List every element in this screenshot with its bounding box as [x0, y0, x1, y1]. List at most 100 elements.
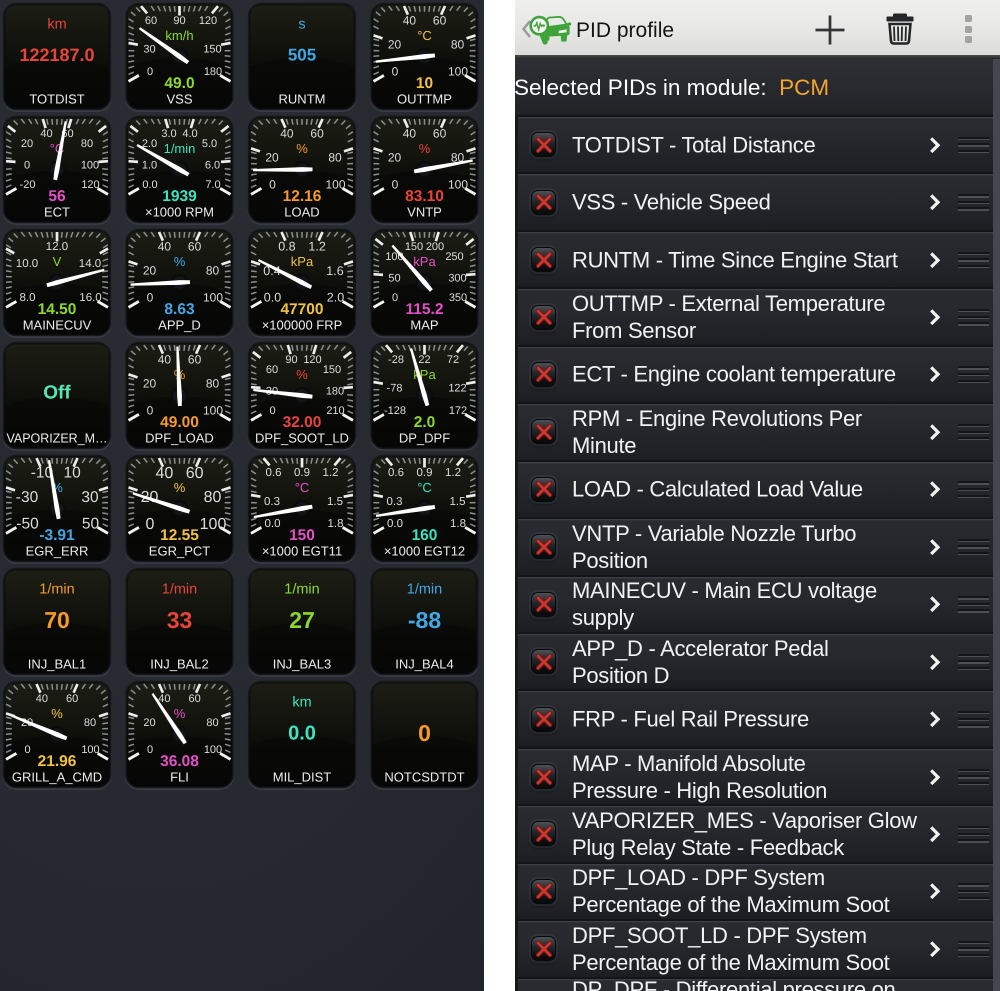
svg-text:100: 100 — [325, 177, 345, 191]
svg-text:40: 40 — [36, 693, 48, 705]
svg-text:122187.0: 122187.0 — [19, 45, 94, 65]
svg-text:12.0: 12.0 — [46, 241, 68, 253]
svg-text:DP_DPF: DP_DPF — [399, 431, 450, 446]
svg-text:115.2: 115.2 — [406, 301, 444, 318]
svg-text:100: 100 — [81, 160, 99, 172]
svg-text:80: 80 — [84, 717, 96, 729]
svg-text:33: 33 — [167, 607, 193, 633]
svg-text:90: 90 — [173, 15, 185, 27]
svg-text:100: 100 — [448, 177, 468, 191]
svg-text:MAINECUV: MAINECUV — [23, 318, 92, 333]
svg-text:Off: Off — [43, 382, 71, 403]
svg-text:1.8: 1.8 — [450, 518, 466, 530]
svg-text:16.0: 16.0 — [79, 292, 101, 304]
svg-text:°C: °C — [417, 480, 432, 495]
svg-text:60: 60 — [188, 693, 200, 705]
svg-text:2.0: 2.0 — [327, 291, 344, 305]
svg-text:0.6: 0.6 — [388, 467, 404, 479]
svg-text:20: 20 — [143, 717, 155, 729]
svg-text:1/min: 1/min — [284, 582, 319, 598]
svg-text:0.0: 0.0 — [264, 291, 281, 305]
svg-text:-78: -78 — [387, 383, 403, 395]
svg-text:100: 100 — [204, 744, 222, 756]
svg-text:0: 0 — [24, 160, 30, 172]
svg-text:90: 90 — [285, 354, 297, 366]
svg-text:20: 20 — [388, 38, 402, 52]
svg-text:80: 80 — [81, 138, 93, 150]
svg-text:20: 20 — [143, 264, 157, 278]
svg-text:72: 72 — [447, 354, 459, 366]
svg-text:1.5: 1.5 — [450, 496, 466, 508]
svg-text:km: km — [47, 17, 66, 33]
svg-text:180: 180 — [204, 66, 222, 78]
svg-text:0: 0 — [147, 290, 154, 304]
svg-text:150: 150 — [405, 241, 423, 253]
svg-text:80: 80 — [328, 151, 342, 165]
svg-text:-88: -88 — [408, 607, 441, 633]
svg-text:0.3: 0.3 — [387, 496, 403, 508]
svg-text:0: 0 — [392, 177, 399, 191]
svg-text:-20: -20 — [20, 179, 36, 191]
svg-text:8.63: 8.63 — [164, 301, 195, 318]
svg-text:6.0: 6.0 — [205, 160, 220, 172]
svg-text:DPF_SOOT_LD: DPF_SOOT_LD — [255, 431, 349, 446]
svg-text:3.0: 3.0 — [161, 128, 176, 140]
svg-text:%: % — [419, 141, 431, 156]
svg-text:EGR_ERR: EGR_ERR — [26, 544, 89, 559]
svg-text:0: 0 — [147, 403, 154, 417]
svg-text:INJ_BAL2: INJ_BAL2 — [150, 657, 209, 672]
svg-text:60: 60 — [310, 126, 324, 140]
svg-text:4.0: 4.0 — [182, 128, 197, 140]
svg-text:VNTP: VNTP — [407, 205, 442, 220]
svg-text:160: 160 — [412, 527, 438, 544]
svg-text:0.9: 0.9 — [417, 467, 433, 479]
svg-text:60: 60 — [145, 15, 157, 27]
svg-text:EGR_PCT: EGR_PCT — [149, 544, 210, 559]
svg-text:0: 0 — [269, 177, 276, 191]
svg-text:150: 150 — [203, 44, 221, 56]
svg-text:0: 0 — [146, 516, 155, 533]
svg-text:MAP: MAP — [410, 318, 438, 333]
svg-text:60: 60 — [433, 126, 447, 140]
svg-text:60: 60 — [188, 239, 202, 253]
svg-text:22: 22 — [418, 354, 430, 366]
svg-text:INJ_BAL1: INJ_BAL1 — [28, 657, 87, 672]
svg-text:80: 80 — [206, 717, 218, 729]
svg-text:1.8: 1.8 — [328, 518, 344, 530]
svg-text:60: 60 — [186, 465, 204, 482]
svg-text:80: 80 — [206, 264, 220, 278]
svg-text:0: 0 — [147, 744, 153, 756]
svg-text:200: 200 — [426, 241, 444, 253]
svg-text:-50: -50 — [16, 516, 39, 533]
svg-text:1/min: 1/min — [164, 141, 196, 156]
svg-text:0.6: 0.6 — [266, 467, 282, 479]
svg-text:36.08: 36.08 — [160, 753, 199, 770]
svg-text:120: 120 — [81, 179, 99, 191]
svg-text:10: 10 — [416, 75, 433, 92]
svg-text:km: km — [292, 695, 311, 711]
svg-text:1.0: 1.0 — [142, 160, 157, 172]
svg-text:56: 56 — [48, 188, 66, 205]
svg-text:50: 50 — [388, 273, 400, 285]
svg-text:32.00: 32.00 — [283, 414, 322, 431]
svg-text:TOTDIST: TOTDIST — [29, 92, 84, 107]
svg-text:50: 50 — [82, 516, 100, 533]
svg-text:0.0: 0.0 — [265, 518, 281, 530]
svg-text:APP_D: APP_D — [158, 318, 201, 333]
svg-text:-28: -28 — [388, 354, 404, 366]
svg-text:10: 10 — [63, 465, 81, 482]
svg-text:100: 100 — [200, 516, 227, 533]
svg-text:120: 120 — [303, 354, 321, 366]
svg-text:MIL_DIST: MIL_DIST — [273, 770, 332, 785]
svg-text:-30: -30 — [16, 489, 39, 506]
svg-text:DPF_LOAD: DPF_LOAD — [145, 431, 214, 446]
svg-text:0.0: 0.0 — [387, 518, 403, 530]
svg-text:10.0: 10.0 — [16, 258, 38, 270]
svg-text:27: 27 — [289, 607, 315, 633]
svg-text:250: 250 — [445, 251, 463, 263]
svg-text:LOAD: LOAD — [284, 205, 319, 220]
svg-text:1.2: 1.2 — [445, 467, 461, 479]
svg-text:47700: 47700 — [280, 301, 323, 318]
svg-text:km/h: km/h — [165, 28, 193, 43]
svg-text:49.0: 49.0 — [164, 75, 194, 92]
